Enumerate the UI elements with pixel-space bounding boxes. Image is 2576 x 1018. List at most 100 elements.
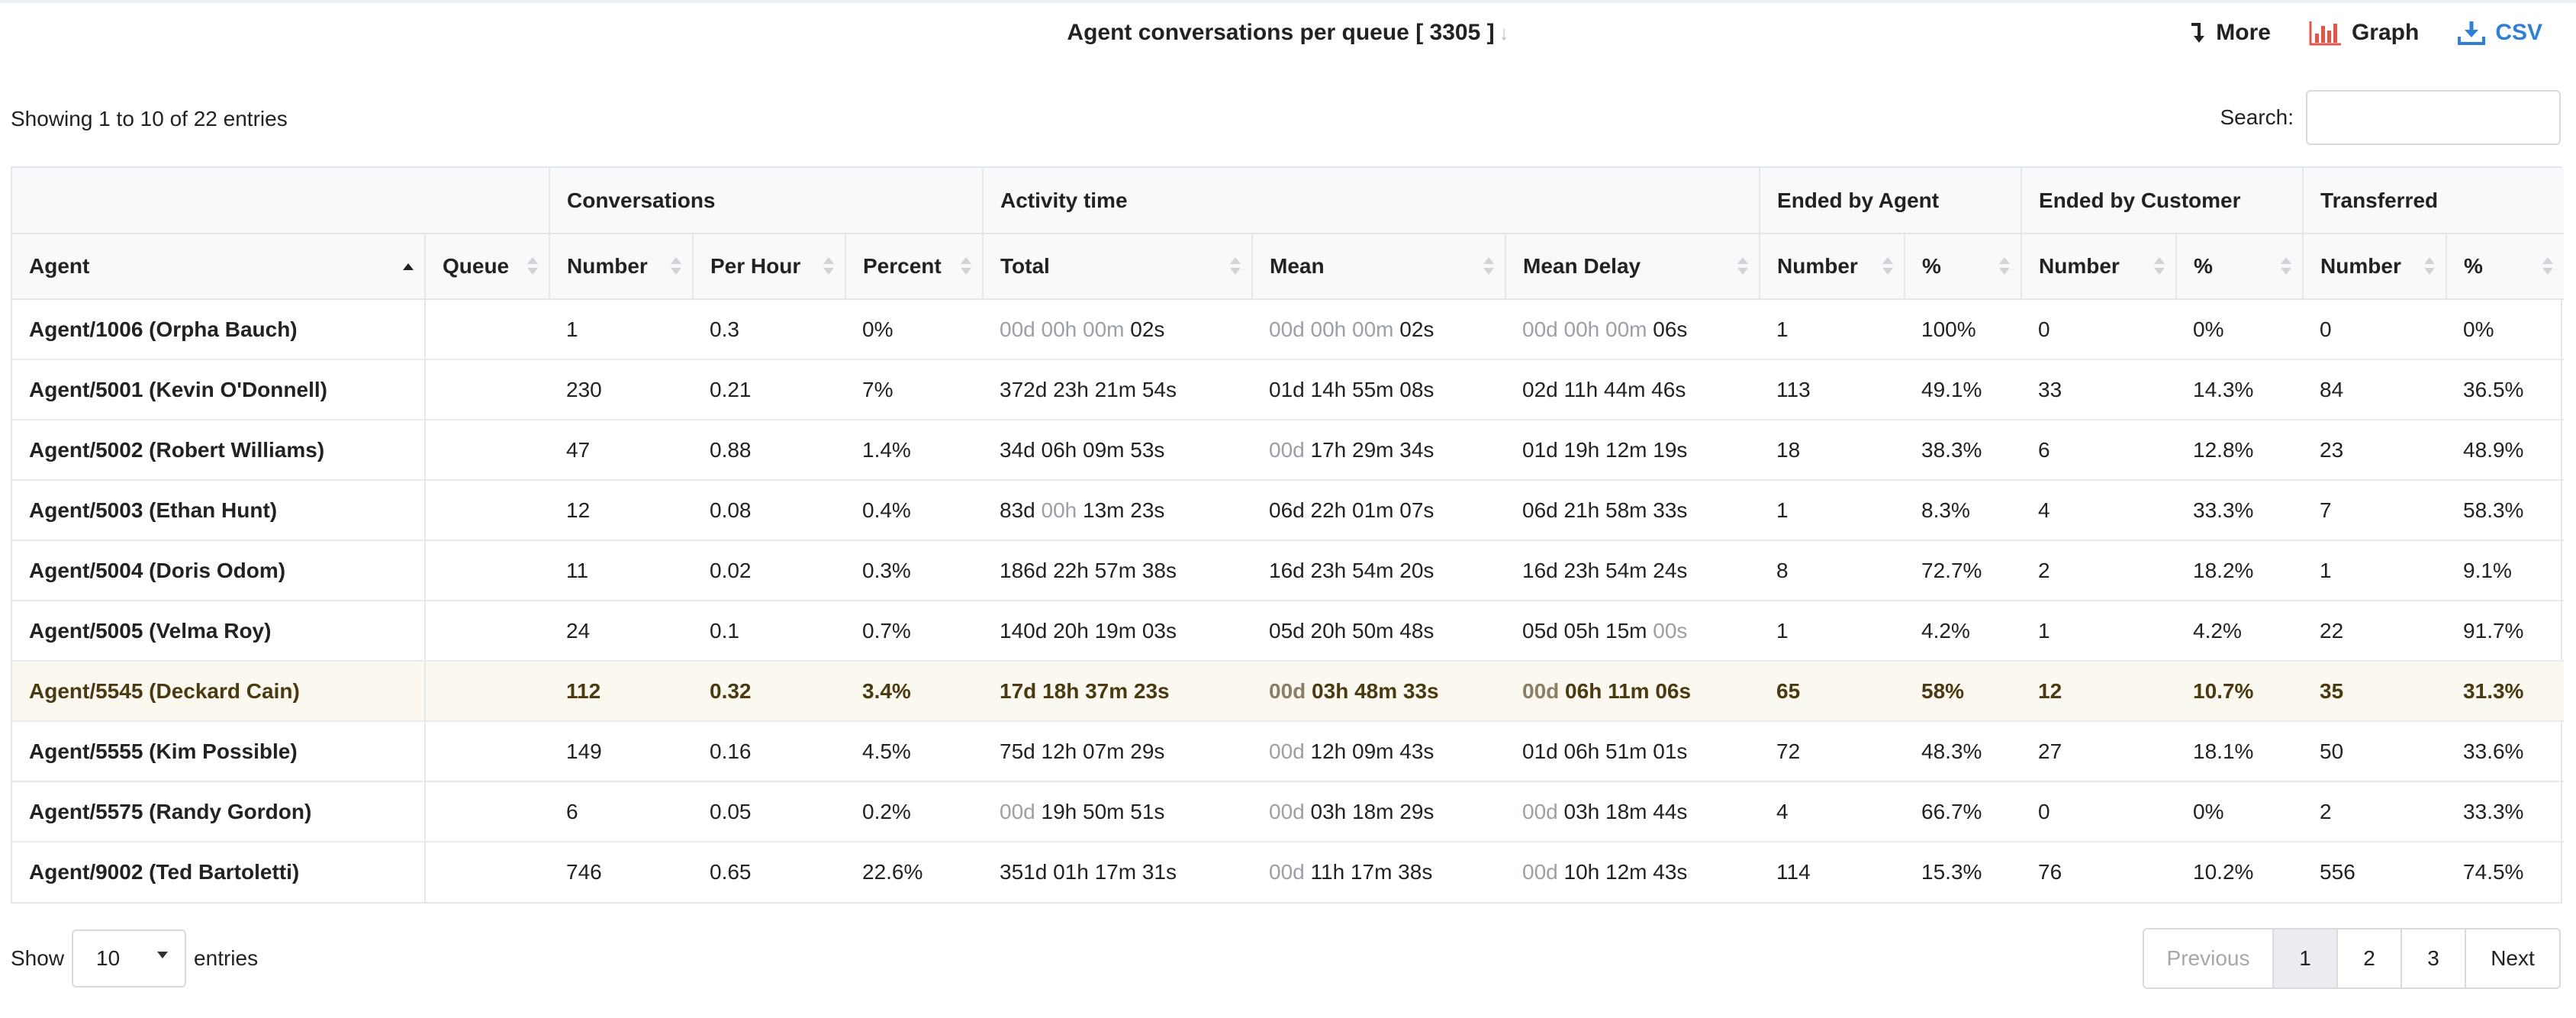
cell-mean: 00d 00h 00m 02s — [1252, 299, 1506, 360]
page-button-1[interactable]: 1 — [2272, 929, 2336, 987]
col-tr-number[interactable]: Number — [2302, 234, 2447, 300]
table-row[interactable]: Agent/5545 (Deckard Cain) 112 0.32 3.4% 17d … — [12, 661, 2565, 722]
time-val: 03h 48m 33s — [1312, 678, 1439, 703]
group-header-ended-by-customer: Ended by Customer — [2021, 168, 2304, 234]
cell-ea-number: 114 — [1776, 860, 1811, 884]
sort-icon — [2281, 253, 2292, 280]
cell-mean-delay: 16d 23h 54m 24s — [1505, 540, 1760, 601]
cell-queue — [424, 842, 549, 902]
cell-queue — [424, 359, 549, 420]
time-dim: 00d — [1522, 860, 1558, 884]
time-dim: 00d — [1269, 739, 1305, 763]
sort-icon — [2424, 253, 2436, 280]
cell-mean-delay: 00d 00h 00m 06s — [1505, 299, 1760, 360]
table-row[interactable]: Agent/5004 (Doris Odom) 11 0.02 0.3% 186d 22… — [12, 540, 2565, 601]
cell-ec-number: 1 — [2021, 601, 2177, 662]
col-queue[interactable]: Queue — [424, 234, 549, 300]
cell-conv-number: 1 — [549, 299, 693, 360]
time-dim: 00d 00h 00m — [1269, 317, 1394, 341]
table-row[interactable]: Agent/1006 (Orpha Bauch) 1 0.3 0% 00d 00h 00… — [12, 299, 2565, 360]
cell-ec-number: 0 — [2021, 781, 2177, 842]
col-percent[interactable]: Percent — [844, 234, 984, 300]
cell-tr-number: 2 — [2303, 781, 2447, 842]
next-page-button[interactable]: Next — [2465, 929, 2559, 987]
cell-percent: 3.4% — [845, 661, 984, 722]
cell-mean-delay: 00d 06h 11m 06s — [1505, 661, 1760, 722]
time-dim: 00d — [1269, 799, 1305, 823]
cell-mean-delay: 00d 03h 18m 44s — [1505, 781, 1760, 842]
cell-ec-percent: 14.3% — [2176, 359, 2304, 420]
table-row[interactable]: Agent/5005 (Velma Roy) 24 0.1 0.7% 140d 20h … — [12, 601, 2565, 662]
cell-total: 140d 20h 19m 03s — [983, 601, 1253, 662]
time-val: 12h 09m 43s — [1310, 739, 1435, 763]
cell-conv-number: 230 — [549, 359, 693, 420]
col-ec-number[interactable]: Number — [2021, 234, 2177, 300]
time-val: 05d 20h 50m 48s — [1269, 618, 1435, 643]
cell-ec-number: 76 — [2038, 860, 2062, 884]
col-total[interactable]: Total — [982, 234, 1253, 300]
page-button-2[interactable]: 2 — [2336, 929, 2401, 987]
cell-mean-delay: 02d 11h 44m 46s — [1505, 359, 1760, 420]
col-tr-percent[interactable]: % — [2446, 234, 2565, 300]
cell-conv-number: 149 — [549, 721, 693, 782]
table-row[interactable]: Agent/5003 (Ethan Hunt) 12 0.08 0.4% 83d 00h… — [12, 480, 2565, 541]
sort-ascending-icon — [403, 253, 414, 280]
group-header-empty — [12, 168, 549, 234]
cell-total: 00d 19h 50m 51s — [983, 781, 1253, 842]
cell-agent: Agent/5555 (Kim Possible) — [12, 721, 425, 782]
cell-tr-number: 23 — [2303, 420, 2447, 481]
time-val: 19h 50m 51s — [1041, 799, 1165, 823]
sort-icon — [961, 253, 972, 280]
cell-ec-number: 4 — [2021, 480, 2177, 541]
cell-tr-percent: 33.6% — [2446, 721, 2565, 782]
col-per-hour[interactable]: Per Hour — [692, 234, 845, 300]
col-ec-percent[interactable]: % — [2175, 234, 2304, 300]
graph-button[interactable]: Graph — [2309, 20, 2419, 46]
search-input[interactable] — [2306, 90, 2561, 145]
cell-ec-percent: 10.2% — [2193, 860, 2254, 884]
cell-ea-percent: 38.3% — [1905, 420, 2022, 481]
arrow-down-icon[interactable]: ↓ — [1499, 21, 1509, 44]
time-val: 06d 22h 01m 07s — [1269, 498, 1435, 522]
table-row[interactable]: Agent/5001 (Kevin O'Donnell) 230 0.21 7% 372… — [12, 359, 2565, 420]
group-header-transferred: Transferred — [2302, 168, 2565, 234]
table-row[interactable]: Agent/5002 (Robert Williams) 47 0.88 1.4% 34… — [12, 420, 2565, 481]
page-button-3[interactable]: 3 — [2401, 929, 2465, 987]
time-dim: 00d — [1269, 860, 1305, 884]
cell-queue — [424, 781, 549, 842]
cell-ec-number: 33 — [2021, 359, 2177, 420]
col-ea-number[interactable]: Number — [1759, 234, 1905, 300]
group-header-activity-time: Activity time — [982, 168, 1760, 234]
csv-label: CSV — [2495, 20, 2542, 45]
report-header: Agent conversations per queue [ 3305 ] ↓ … — [0, 0, 2576, 70]
cell-mean: 00d 03h 18m 29s — [1252, 781, 1506, 842]
col-ea-percent[interactable]: % — [1904, 234, 2022, 300]
cell-ec-number: 0 — [2021, 299, 2177, 360]
time-val: 01d 14h 55m 08s — [1269, 377, 1435, 401]
cell-tr-percent: 36.5% — [2446, 359, 2565, 420]
cell-per-hour: 0.1 — [693, 601, 845, 662]
cell-tr-percent: 74.5% — [2463, 860, 2524, 884]
time-dim: 00s — [1653, 618, 1688, 643]
table-row[interactable]: Agent/9002 (Ted Bartoletti) 746 0.65 22.6% 3… — [12, 842, 2564, 902]
previous-page-button[interactable]: Previous — [2144, 929, 2272, 987]
col-mean[interactable]: Mean — [1251, 234, 1506, 300]
cell-tr-number: 556 — [2320, 860, 2355, 884]
search-box: Search: — [2220, 90, 2561, 145]
time-val: 06s — [1653, 317, 1688, 341]
col-mean-delay[interactable]: Mean Delay — [1505, 234, 1760, 300]
cell-ea-number: 65 — [1760, 661, 1905, 722]
table-row[interactable]: Agent/5575 (Randy Gordon) 6 0.05 0.2% 00d 19… — [12, 781, 2565, 842]
more-button[interactable]: More — [2188, 20, 2271, 46]
col-conv-number[interactable]: Number — [549, 234, 693, 300]
table-row[interactable]: Agent/5555 (Kim Possible) 149 0.16 4.5% 75d … — [12, 721, 2565, 782]
page-length-control: Show 10 entries — [11, 929, 258, 987]
cell-ec-percent: 18.2% — [2176, 540, 2304, 601]
page-length-select[interactable]: 10 — [72, 929, 187, 987]
csv-button[interactable]: CSV — [2457, 20, 2542, 46]
cell-total: 83d 00h 13m 23s — [983, 480, 1253, 541]
time-val: 10h 12m 43s — [1563, 860, 1688, 884]
cell-per-hour: 0.88 — [693, 420, 845, 481]
col-agent[interactable]: Agent — [12, 234, 425, 300]
cell-mean: 05d 20h 50m 48s — [1252, 601, 1506, 662]
